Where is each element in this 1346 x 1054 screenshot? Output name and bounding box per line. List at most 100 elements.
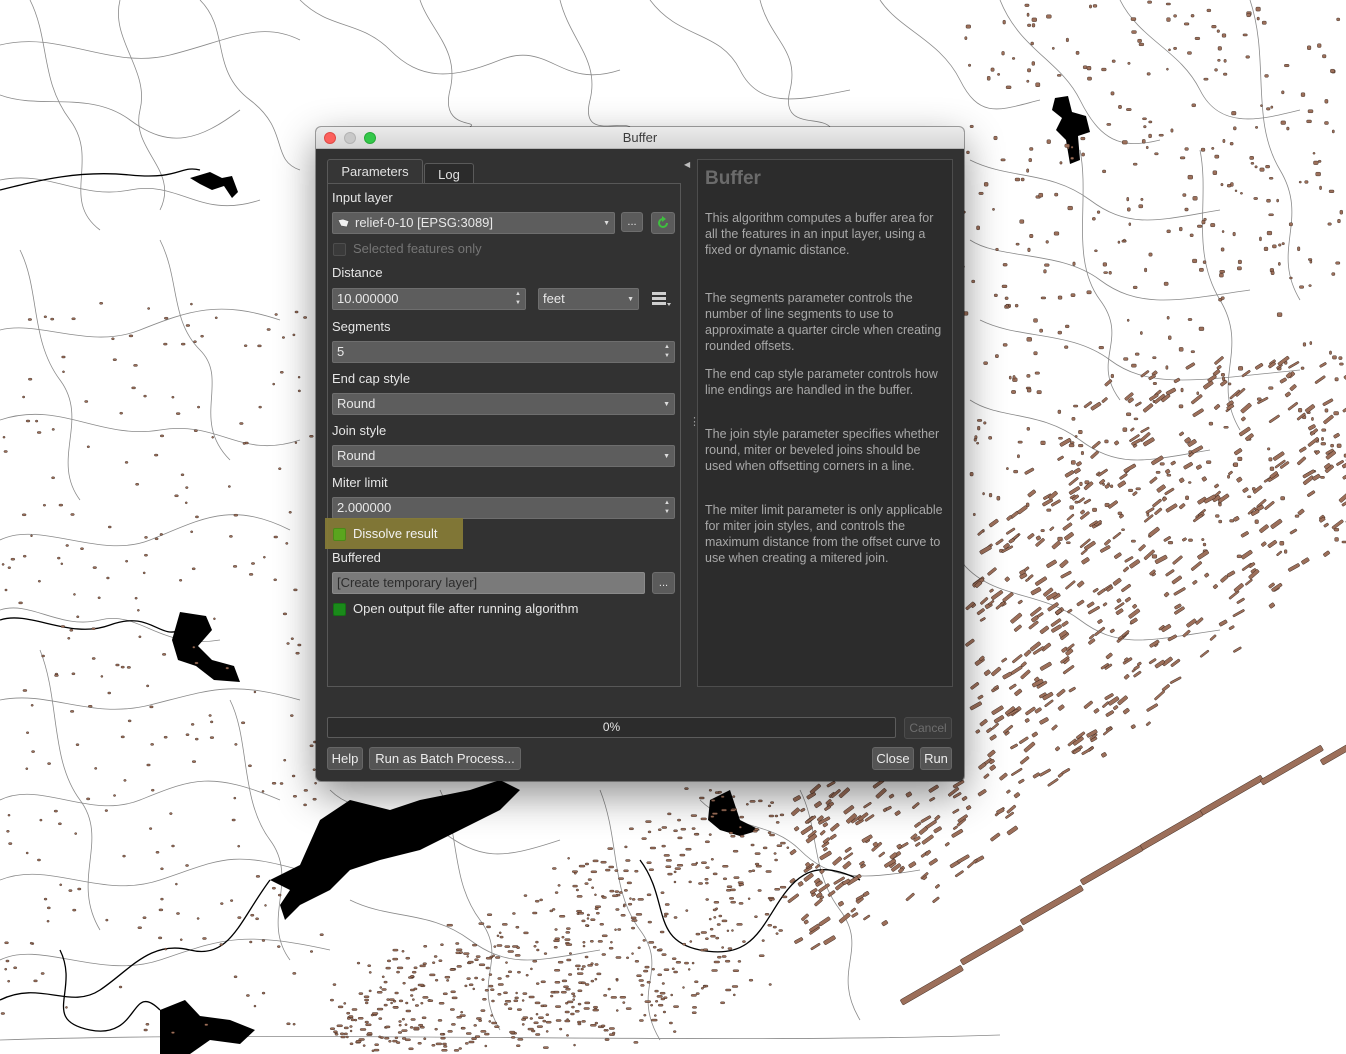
relief-polygon <box>536 1025 543 1028</box>
tab-log[interactable]: Log <box>424 163 474 184</box>
distance-unit-select[interactable]: feet ▼ <box>538 288 639 310</box>
relief-polygon <box>739 815 744 819</box>
relief-polygon <box>154 453 159 457</box>
relief-polygon <box>732 850 739 853</box>
titlebar[interactable]: Buffer <box>316 127 964 149</box>
relief-polygon <box>527 1027 534 1031</box>
join-style-select[interactable]: Round ▼ <box>332 445 675 467</box>
relief-polygon <box>91 657 96 660</box>
relief-polygon <box>233 975 238 978</box>
relief-polygon <box>1014 177 1020 182</box>
tab-parameters[interactable]: Parameters <box>327 159 423 184</box>
relief-polygon <box>340 1035 346 1039</box>
relief-polygon <box>1216 29 1220 33</box>
relief-polygon <box>1255 6 1261 12</box>
relief-polygon <box>1013 470 1019 474</box>
relief-polygon <box>1223 72 1228 76</box>
relief-polygon <box>1101 67 1107 72</box>
relief-polygon <box>667 812 672 816</box>
selected-features-checkbox[interactable] <box>333 243 346 256</box>
relief-polygon <box>1140 197 1144 201</box>
buffered-output-field[interactable]: [Create temporary layer] <box>332 572 645 594</box>
dissolve-result-checkbox[interactable] <box>333 528 346 541</box>
relief-polygon <box>646 893 652 896</box>
relief-polygon <box>532 911 538 915</box>
distance-input[interactable]: 10.000000 ▲ ▼ <box>332 288 526 310</box>
chevron-down-icon: ▼ <box>663 401 670 408</box>
relief-polygon <box>1031 17 1037 22</box>
relief-polygon <box>376 1007 384 1011</box>
relief-polygon <box>92 566 97 569</box>
open-output-checkbox[interactable] <box>333 603 346 616</box>
relief-polygon <box>351 1008 358 1011</box>
relief-polygon <box>354 1018 358 1022</box>
relief-polygon <box>721 808 727 812</box>
end-cap-style-select[interactable]: Round ▼ <box>332 393 675 415</box>
relief-polygon <box>271 782 277 785</box>
run-batch-button[interactable]: Run as Batch Process... <box>369 747 521 770</box>
relief-polygon <box>705 840 710 843</box>
relief-polygon <box>384 1036 390 1040</box>
input-layer-select[interactable]: relief-0-10 [EPSG:3089] ▼ <box>332 212 615 234</box>
relief-polygon <box>535 940 539 944</box>
relief-polygon <box>1331 272 1336 276</box>
relief-polygon <box>0 1012 5 1015</box>
relief-polygon <box>97 596 101 599</box>
relief-polygon <box>615 956 622 959</box>
relief-polygon <box>332 983 337 986</box>
relief-polygon <box>553 939 560 942</box>
relief-polygon <box>629 827 634 830</box>
relief-polygon <box>47 906 51 910</box>
relief-polygon <box>1057 295 1063 300</box>
relief-polygon <box>1317 43 1322 48</box>
relief-polygon <box>402 982 406 985</box>
relief-polygon <box>654 1014 657 1017</box>
relief-polygon <box>373 1048 380 1052</box>
relief-polygon <box>1070 460 1076 465</box>
relief-polygon <box>151 789 155 792</box>
relief-polygon <box>297 643 302 647</box>
relief-polygon <box>1074 435 1078 438</box>
relief-polygon <box>773 852 777 855</box>
relief-polygon <box>364 1020 369 1024</box>
iterate-layer-button[interactable] <box>651 212 675 234</box>
relief-polygon <box>229 535 233 538</box>
relief-polygon <box>237 845 241 848</box>
relief-polygon <box>248 573 254 576</box>
relief-polygon <box>575 964 581 968</box>
relief-polygon <box>50 317 55 321</box>
relief-polygon <box>1126 318 1130 322</box>
relief-polygon <box>720 1001 726 1004</box>
run-button[interactable]: Run <box>920 747 952 770</box>
relief-polygon <box>631 952 634 955</box>
relief-polygon <box>716 923 721 926</box>
relief-polygon <box>663 854 670 857</box>
collapse-help-icon[interactable]: ◀ <box>684 160 690 169</box>
relief-polygon <box>702 985 706 988</box>
relief-polygon <box>1211 25 1217 29</box>
relief-polygon <box>72 908 77 912</box>
relief-polygon <box>423 1037 427 1041</box>
relief-polygon <box>597 940 603 943</box>
relief-polygon <box>1148 120 1153 124</box>
relief-polygon <box>71 672 76 675</box>
close-button[interactable]: Close <box>872 747 914 770</box>
input-layer-browse-button[interactable]: ... <box>621 212 643 232</box>
spinner-icon: ▲ ▼ <box>664 500 670 515</box>
relief-polygon <box>6 830 10 833</box>
relief-polygon <box>1263 246 1269 251</box>
buffered-browse-button[interactable]: ... <box>652 572 675 594</box>
help-button[interactable]: Help <box>327 747 363 770</box>
relief-polygon <box>578 864 586 868</box>
relief-polygon <box>607 987 611 991</box>
miter-limit-input[interactable]: 2.000000 ▲ ▼ <box>332 497 675 519</box>
relief-polygon <box>667 872 673 876</box>
relief-polygon <box>193 340 197 343</box>
cancel-button[interactable]: Cancel <box>904 717 952 739</box>
relief-polygon <box>257 344 262 348</box>
relief-polygon <box>150 743 154 746</box>
segments-input[interactable]: 5 ▲ ▼ <box>332 341 675 363</box>
relief-polygon <box>564 938 571 941</box>
data-defined-override-button[interactable] <box>650 290 672 313</box>
relief-polygon <box>13 966 17 969</box>
